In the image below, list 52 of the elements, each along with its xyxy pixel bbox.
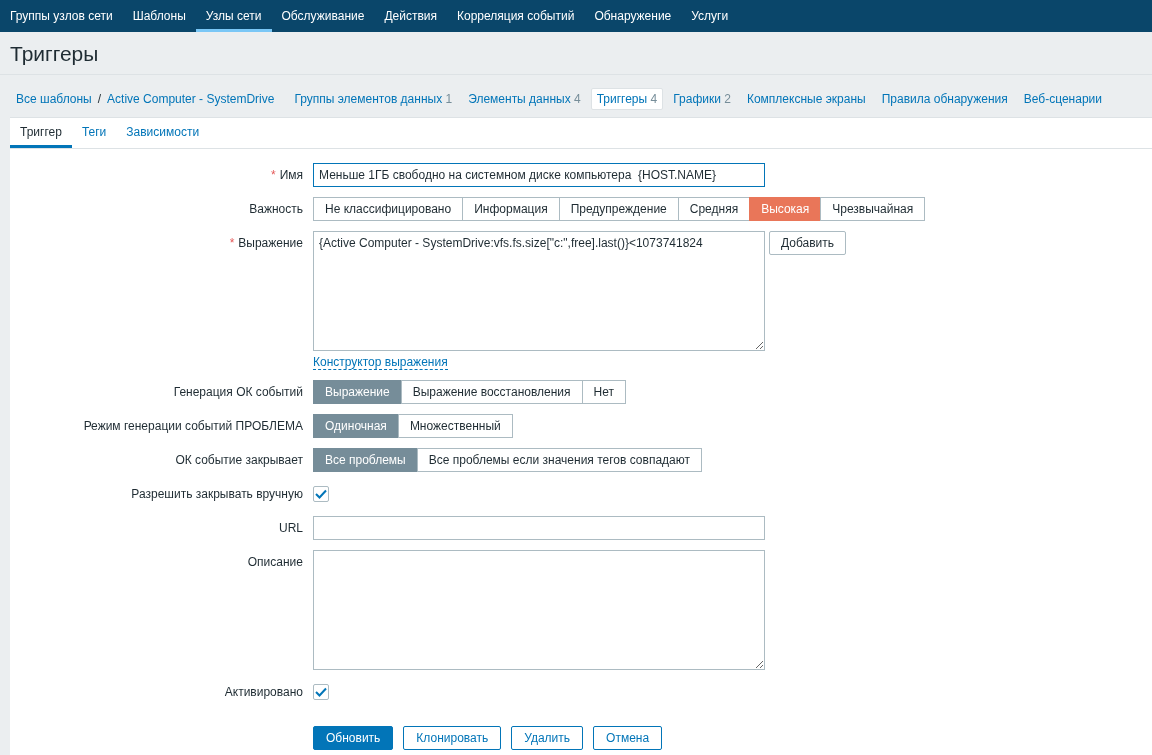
nav-tab[interactable]: Элементы данных 4 bbox=[462, 88, 587, 110]
breadcrumb-separator: / bbox=[97, 92, 102, 106]
form-button[interactable]: Удалить bbox=[511, 726, 584, 750]
expression-textarea[interactable]: {Active Computer - SystemDrive:vfs.fs.size["c:",free].last()}<1073741824 bbox=[313, 231, 765, 351]
segment-option[interactable]: Чрезвычайная bbox=[820, 197, 926, 221]
segment-option[interactable]: Выражение восстановления bbox=[400, 380, 583, 404]
field-label: URL bbox=[278, 520, 303, 537]
field-label: Активировано bbox=[223, 684, 303, 701]
breadcrumb-link[interactable]: Active Computer - SystemDrive bbox=[101, 92, 281, 106]
segment-option[interactable]: Нет bbox=[581, 380, 626, 404]
nav-menu-item[interactable]: Группы узлов сети bbox=[0, 0, 123, 32]
nav-menu-item[interactable]: Услуги bbox=[681, 0, 739, 32]
field-label: Описание bbox=[246, 554, 303, 571]
url-input[interactable] bbox=[313, 516, 765, 540]
nav-menu-item[interactable]: Корреляция событий bbox=[446, 0, 585, 32]
breadcrumb-link[interactable]: Все шаблоны bbox=[10, 92, 98, 106]
field-label: * Имя bbox=[269, 167, 303, 184]
nav-tab[interactable]: Правила обнаружения bbox=[875, 88, 1014, 110]
form-tab[interactable]: Триггер bbox=[10, 118, 72, 148]
field-label: Режим генерации событий ПРОБЛЕМА bbox=[82, 418, 303, 435]
segment-option[interactable]: Не классифицировано bbox=[313, 197, 464, 221]
nav-tab[interactable]: Группы элементов данных 1 bbox=[288, 88, 459, 110]
segment-option[interactable]: Информация bbox=[462, 197, 560, 221]
nav-menu-item[interactable]: Узлы сети bbox=[195, 0, 272, 32]
add-button[interactable]: Добавить bbox=[769, 231, 847, 255]
form-button[interactable]: Обновить bbox=[313, 726, 394, 750]
form-button[interactable]: Отмена bbox=[593, 726, 663, 750]
field-label: Генерация ОК событий bbox=[172, 384, 303, 401]
nav-tab[interactable]: Комплексные экраны bbox=[740, 88, 872, 110]
segment-option[interactable]: Средняя bbox=[677, 197, 751, 221]
field-label: Важность bbox=[248, 201, 303, 218]
form-button[interactable]: Клонировать bbox=[403, 726, 502, 750]
page-title: Триггеры bbox=[0, 32, 1152, 75]
nav-tab[interactable]: Триггеры 4 bbox=[590, 88, 664, 110]
segment-option[interactable]: Все проблемы если значения тегов совпадают bbox=[416, 448, 702, 472]
expression-constructor-link[interactable]: Конструктор выражения bbox=[313, 355, 448, 370]
checkbox[interactable] bbox=[313, 486, 329, 502]
nav-menu-item[interactable]: Обнаружение bbox=[584, 0, 682, 32]
nav-tab[interactable]: Графики 2 bbox=[667, 88, 737, 110]
nav-tab[interactable]: Веб-сценарии bbox=[1017, 88, 1108, 110]
nav-menu-item[interactable]: Обслуживание bbox=[271, 0, 375, 32]
checkbox[interactable] bbox=[313, 684, 329, 700]
name-input[interactable]: Меньше 1ГБ свободно на системном диске компьютера {HOST.NAME} bbox=[313, 163, 765, 187]
form-tab[interactable]: Зависимости bbox=[116, 118, 210, 148]
segment-option[interactable]: Множественный bbox=[397, 414, 513, 438]
field-label: Разрешить закрывать вручную bbox=[130, 486, 303, 503]
segment-option[interactable]: Предупреждение bbox=[558, 197, 679, 221]
field-label: ОК событие закрывает bbox=[174, 452, 303, 469]
nav-menu-item[interactable]: Шаблоны bbox=[122, 0, 196, 32]
form-tab[interactable]: Теги bbox=[71, 118, 117, 148]
nav-menu-item[interactable]: Действия bbox=[374, 0, 447, 32]
field-label: * Выражение bbox=[228, 235, 303, 252]
